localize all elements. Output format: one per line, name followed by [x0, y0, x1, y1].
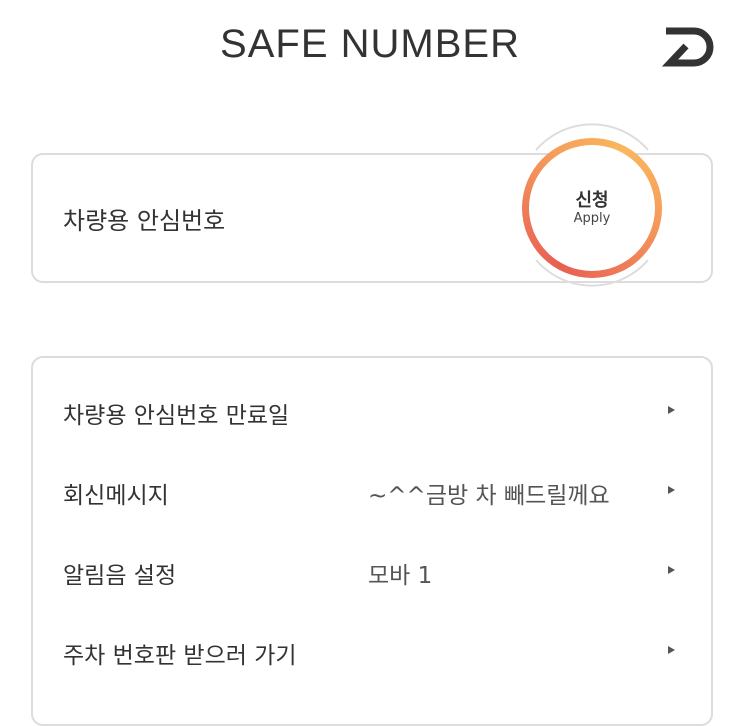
reply-message-label: 회신메시지	[63, 483, 169, 509]
notification-sound-value: 모바 1	[368, 563, 433, 589]
back-button[interactable]	[656, 22, 720, 72]
chevron-right-icon	[667, 480, 677, 500]
safe-number-label: 차량용 안심번호	[63, 207, 226, 235]
apply-button-label-ko: 신청	[575, 190, 609, 211]
apply-button[interactable]: 신청 Apply	[522, 138, 662, 278]
notification-sound-label: 알림음 설정	[63, 563, 177, 589]
expiry-date-label: 차량용 안심번호 만료일	[63, 403, 290, 429]
chevron-right-icon	[667, 400, 677, 420]
settings-card: 차량용 안심번호 만료일 회신메시지 ~^^금방 차 빼드릴께요 알림음 설정 …	[31, 356, 713, 726]
reply-message-row[interactable]: 회신메시지 ~^^금방 차 빼드릴께요	[33, 460, 713, 520]
return-icon	[656, 22, 720, 72]
apply-button-face[interactable]: 신청 Apply	[529, 145, 655, 271]
page-title: SAFE NUMBER	[220, 22, 520, 66]
expiry-date-row[interactable]: 차량용 안심번호 만료일	[33, 380, 713, 440]
chevron-right-icon	[667, 560, 677, 580]
get-plate-label: 주차 번호판 받으러 가기	[63, 643, 297, 669]
chevron-right-icon	[667, 640, 677, 660]
get-plate-row[interactable]: 주차 번호판 받으러 가기	[33, 620, 713, 680]
apply-button-label-en: Apply	[573, 211, 611, 226]
reply-message-value: ~^^금방 차 빼드릴께요	[368, 483, 610, 509]
notification-sound-row[interactable]: 알림음 설정 모바 1	[33, 540, 713, 600]
